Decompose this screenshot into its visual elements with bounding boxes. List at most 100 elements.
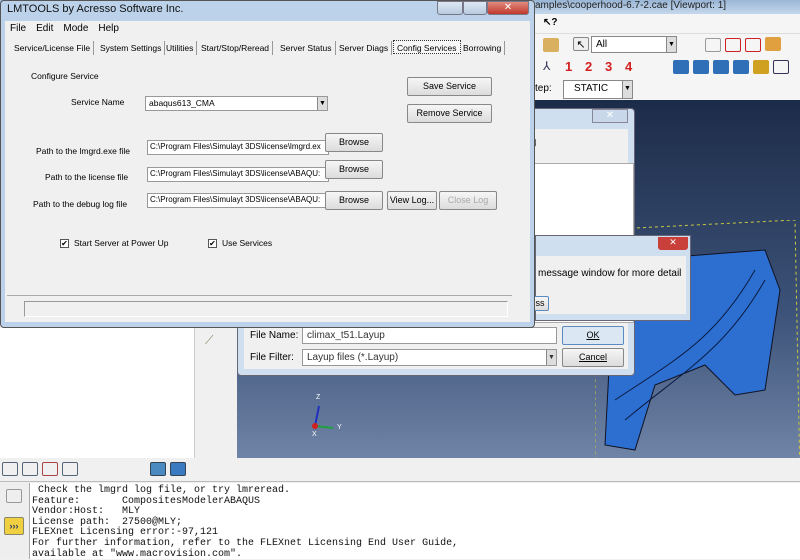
file-name-value: climax_t51.Layup	[307, 330, 385, 341]
cut-select-icon[interactable]	[765, 37, 781, 51]
menu-mode[interactable]: Mode	[63, 23, 88, 34]
selection-filter-select[interactable]: All ▼	[591, 36, 677, 53]
save-service-button[interactable]: Save Service	[407, 77, 492, 96]
close-icon[interactable]: ✕	[592, 109, 628, 123]
translucency-icon[interactable]	[753, 60, 769, 74]
ok-button[interactable]: OK	[562, 326, 624, 345]
use-services-checkbox[interactable]: ✔	[208, 239, 217, 248]
render-wireframe-icon[interactable]	[673, 60, 689, 74]
abaqus-toolbar-help: ↖?	[535, 14, 800, 34]
lmtools-title: LMTOOLS by Acresso Software Inc.	[7, 3, 184, 15]
lmgrd-path-input[interactable]: C:\Program Files\Simulayt 3DS\license\lm…	[147, 140, 329, 155]
render-hidden-icon[interactable]	[693, 60, 709, 74]
abaqus-title: amples\cooperhood-6.7-2.cae [Viewport: 1…	[535, 0, 727, 11]
close-icon[interactable]: ✕	[658, 237, 688, 250]
module-toolbox: ⟋	[195, 328, 237, 458]
lmgrd-path-label: Path to the lmgrd.exe file	[36, 146, 131, 156]
model-tree-panel[interactable]	[0, 328, 195, 458]
minimize-icon[interactable]	[437, 1, 463, 15]
menu-file[interactable]: File	[10, 23, 26, 34]
message-area[interactable]: Check the lmgrd log file, or try lmrerea…	[30, 483, 800, 559]
view-1-button[interactable]: 1	[565, 59, 572, 74]
chevron-down-icon[interactable]: ▼	[666, 37, 676, 52]
view-4-button[interactable]: 4	[625, 59, 632, 74]
view-3-button[interactable]: 3	[605, 59, 612, 74]
file-filter-value: Layup files (*.Layup)	[307, 352, 399, 363]
menu-bar: File Edit Mode Help	[5, 21, 530, 37]
table-icon[interactable]	[2, 462, 18, 476]
select-arrow-icon[interactable]: ↖	[573, 37, 589, 51]
step-value: STATIC	[574, 83, 609, 94]
file-name-input[interactable]: climax_t51.Layup	[302, 327, 557, 344]
log-path-input[interactable]: C:\Program Files\Simulayt 3DS\license\AB…	[147, 193, 329, 208]
tab-server-status[interactable]: Server Status	[277, 41, 336, 55]
chevron-down-icon[interactable]: ▼	[622, 81, 632, 98]
render-filled-icon[interactable]	[713, 60, 729, 74]
browse-log-button[interactable]: Browse	[325, 191, 383, 210]
service-name-select[interactable]: abaqus613_CMA ▼	[145, 96, 328, 111]
file-name-label: File Name:	[250, 330, 299, 341]
tab-service-license-file[interactable]: Service/License File	[11, 41, 95, 55]
transform-icon[interactable]	[62, 462, 78, 476]
tab-borrowing[interactable]: Borrowing	[460, 41, 506, 55]
tab-config-services[interactable]: Config Services	[393, 40, 461, 54]
lmgrd-path-value: C:\Program Files\Simulayt 3DS\license\lm…	[150, 142, 321, 151]
render-shaded-icon[interactable]	[733, 60, 749, 74]
file-filter-select[interactable]: Layup files (*.Layup) ▼	[302, 349, 557, 366]
abaqus-toolbar-selection: ↖ All ▼	[535, 34, 800, 56]
selection-filter-value: All	[596, 39, 608, 50]
service-name-value: abaqus613_CMA	[149, 98, 215, 108]
chevron-down-icon[interactable]: ▼	[317, 97, 327, 110]
view-log-button[interactable]: View Log...	[387, 191, 437, 210]
log-path-value: C:\Program Files\Simulayt 3DS\license\AB…	[150, 195, 321, 204]
status-bar	[24, 301, 508, 317]
license-path-input[interactable]: C:\Program Files\Simulayt 3DS\license\AB…	[147, 167, 329, 182]
whats-this-icon[interactable]: ↖?	[543, 17, 558, 28]
error-dialog: ✕ message window for more detail ss	[531, 235, 691, 321]
chevron-down-icon[interactable]: ▼	[546, 350, 556, 365]
use-services-label: Use Services	[222, 238, 273, 248]
step-select[interactable]: STATIC ▼	[563, 80, 633, 99]
surface-icon[interactable]	[170, 462, 186, 476]
maximize-icon[interactable]	[463, 1, 487, 15]
view-2-button[interactable]: 2	[585, 59, 592, 74]
drag-select-icon[interactable]	[745, 38, 761, 52]
license-path-label: Path to the license file	[45, 172, 129, 182]
cancel-button[interactable]: Cancel	[562, 348, 624, 367]
message-log-icon[interactable]	[6, 489, 22, 503]
start-server-checkbox[interactable]: ✔	[60, 239, 69, 248]
globe-icon[interactable]	[150, 462, 166, 476]
menu-edit[interactable]: Edit	[36, 23, 53, 34]
triad-z-label: Z	[316, 394, 321, 401]
tab-server-diags[interactable]: Server Diags	[336, 41, 393, 55]
tag-icon[interactable]	[102, 462, 118, 476]
layup-tool-icon[interactable]: ⟋	[205, 333, 213, 348]
message-sidebar: ›››	[0, 483, 30, 559]
rect-select-icon[interactable]	[725, 38, 741, 52]
bottom-toolbar	[0, 458, 800, 482]
browse-license-button[interactable]: Browse	[325, 160, 383, 179]
iso-view-icon[interactable]: ⅄	[543, 59, 550, 73]
divider	[7, 295, 512, 296]
service-name-label: Service Name	[71, 97, 125, 107]
browse-lmgrd-button[interactable]: Browse	[325, 133, 383, 152]
box-select-icon[interactable]	[705, 38, 721, 52]
license-path-value: C:\Program Files\Simulayt 3DS\license\AB…	[150, 169, 321, 178]
python-prompt-icon[interactable]: ›››	[4, 517, 24, 535]
ruler-icon[interactable]	[543, 38, 559, 52]
menu-help[interactable]: Help	[98, 23, 119, 34]
tab-system-settings[interactable]: System Settings	[97, 41, 166, 55]
plant-icon[interactable]	[22, 462, 38, 476]
tab-utilities[interactable]: Utilities	[163, 41, 198, 55]
annotation-icon[interactable]	[773, 60, 789, 74]
log-path-label: Path to the debug log file	[33, 199, 128, 209]
abaqus-toolbar-views: ⅄ 1 2 3 4	[535, 56, 800, 78]
file-filter-label: File Filter:	[250, 352, 294, 363]
remove-service-button[interactable]: Remove Service	[407, 104, 492, 123]
triad-x-label: X	[312, 431, 317, 438]
material-icon[interactable]	[126, 462, 142, 476]
field-icon[interactable]	[42, 462, 58, 476]
fiber-icon[interactable]	[82, 462, 98, 476]
close-icon[interactable]: ✕	[487, 1, 529, 15]
tab-start-stop-reread[interactable]: Start/Stop/Reread	[198, 41, 274, 55]
